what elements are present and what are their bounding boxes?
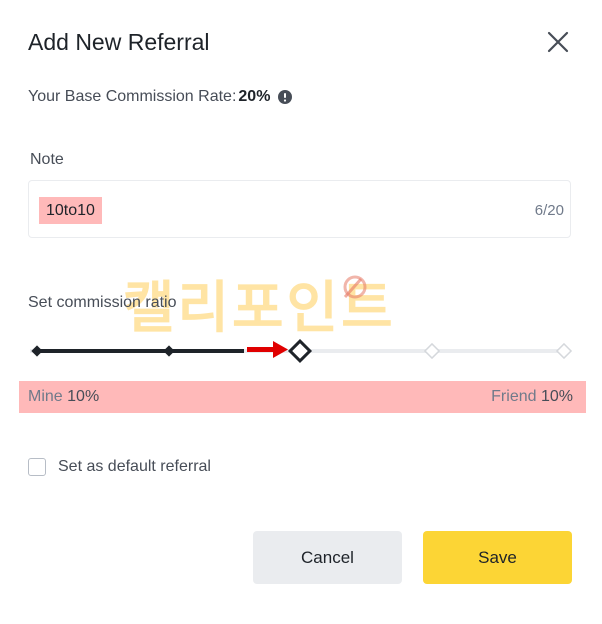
info-icon[interactable] — [278, 90, 293, 104]
note-input-value[interactable]: 10to10 — [39, 197, 102, 224]
mine-value: 10% — [67, 388, 100, 405]
note-char-counter: 6/20 — [534, 202, 564, 219]
base-rate-value: 20% — [238, 88, 271, 105]
slider-step-4[interactable] — [555, 342, 573, 360]
base-rate-label: Your Base Commission Rate: — [28, 88, 237, 105]
friend-value: 10% — [540, 388, 573, 405]
commission-ratio-label: Set commission ratio — [28, 294, 177, 311]
mine-label: Mine — [28, 388, 63, 405]
commission-split: Mine 10% Friend 10% — [19, 381, 586, 413]
close-icon[interactable] — [546, 30, 570, 54]
slider-thumb[interactable] — [287, 338, 313, 364]
cancel-button[interactable]: Cancel — [253, 531, 402, 584]
slider-step-3[interactable] — [423, 342, 441, 360]
dialog-title: Add New Referral — [28, 29, 210, 55]
default-referral-label: Set as default referral — [58, 458, 211, 475]
friend-share: Friend 10% — [491, 388, 573, 406]
save-button[interactable]: Save — [423, 531, 572, 584]
base-commission-rate: Your Base Commission Rate: 20% — [28, 88, 293, 106]
note-label: Note — [30, 151, 64, 168]
mine-share: Mine 10% — [28, 388, 99, 406]
slider-step-1[interactable] — [163, 345, 175, 357]
default-referral-checkbox[interactable] — [28, 458, 46, 476]
note-input[interactable]: 10to10 6/20 — [28, 180, 571, 238]
slider-track-active — [36, 349, 244, 353]
friend-label: Friend — [491, 388, 537, 405]
add-referral-dialog: Add New Referral Your Base Commission Ra… — [0, 0, 602, 624]
commission-ratio-slider[interactable] — [30, 336, 573, 366]
default-referral-option[interactable]: Set as default referral — [28, 458, 211, 476]
slider-step-0[interactable] — [31, 345, 43, 357]
annotation-arrow-icon — [247, 341, 288, 358]
